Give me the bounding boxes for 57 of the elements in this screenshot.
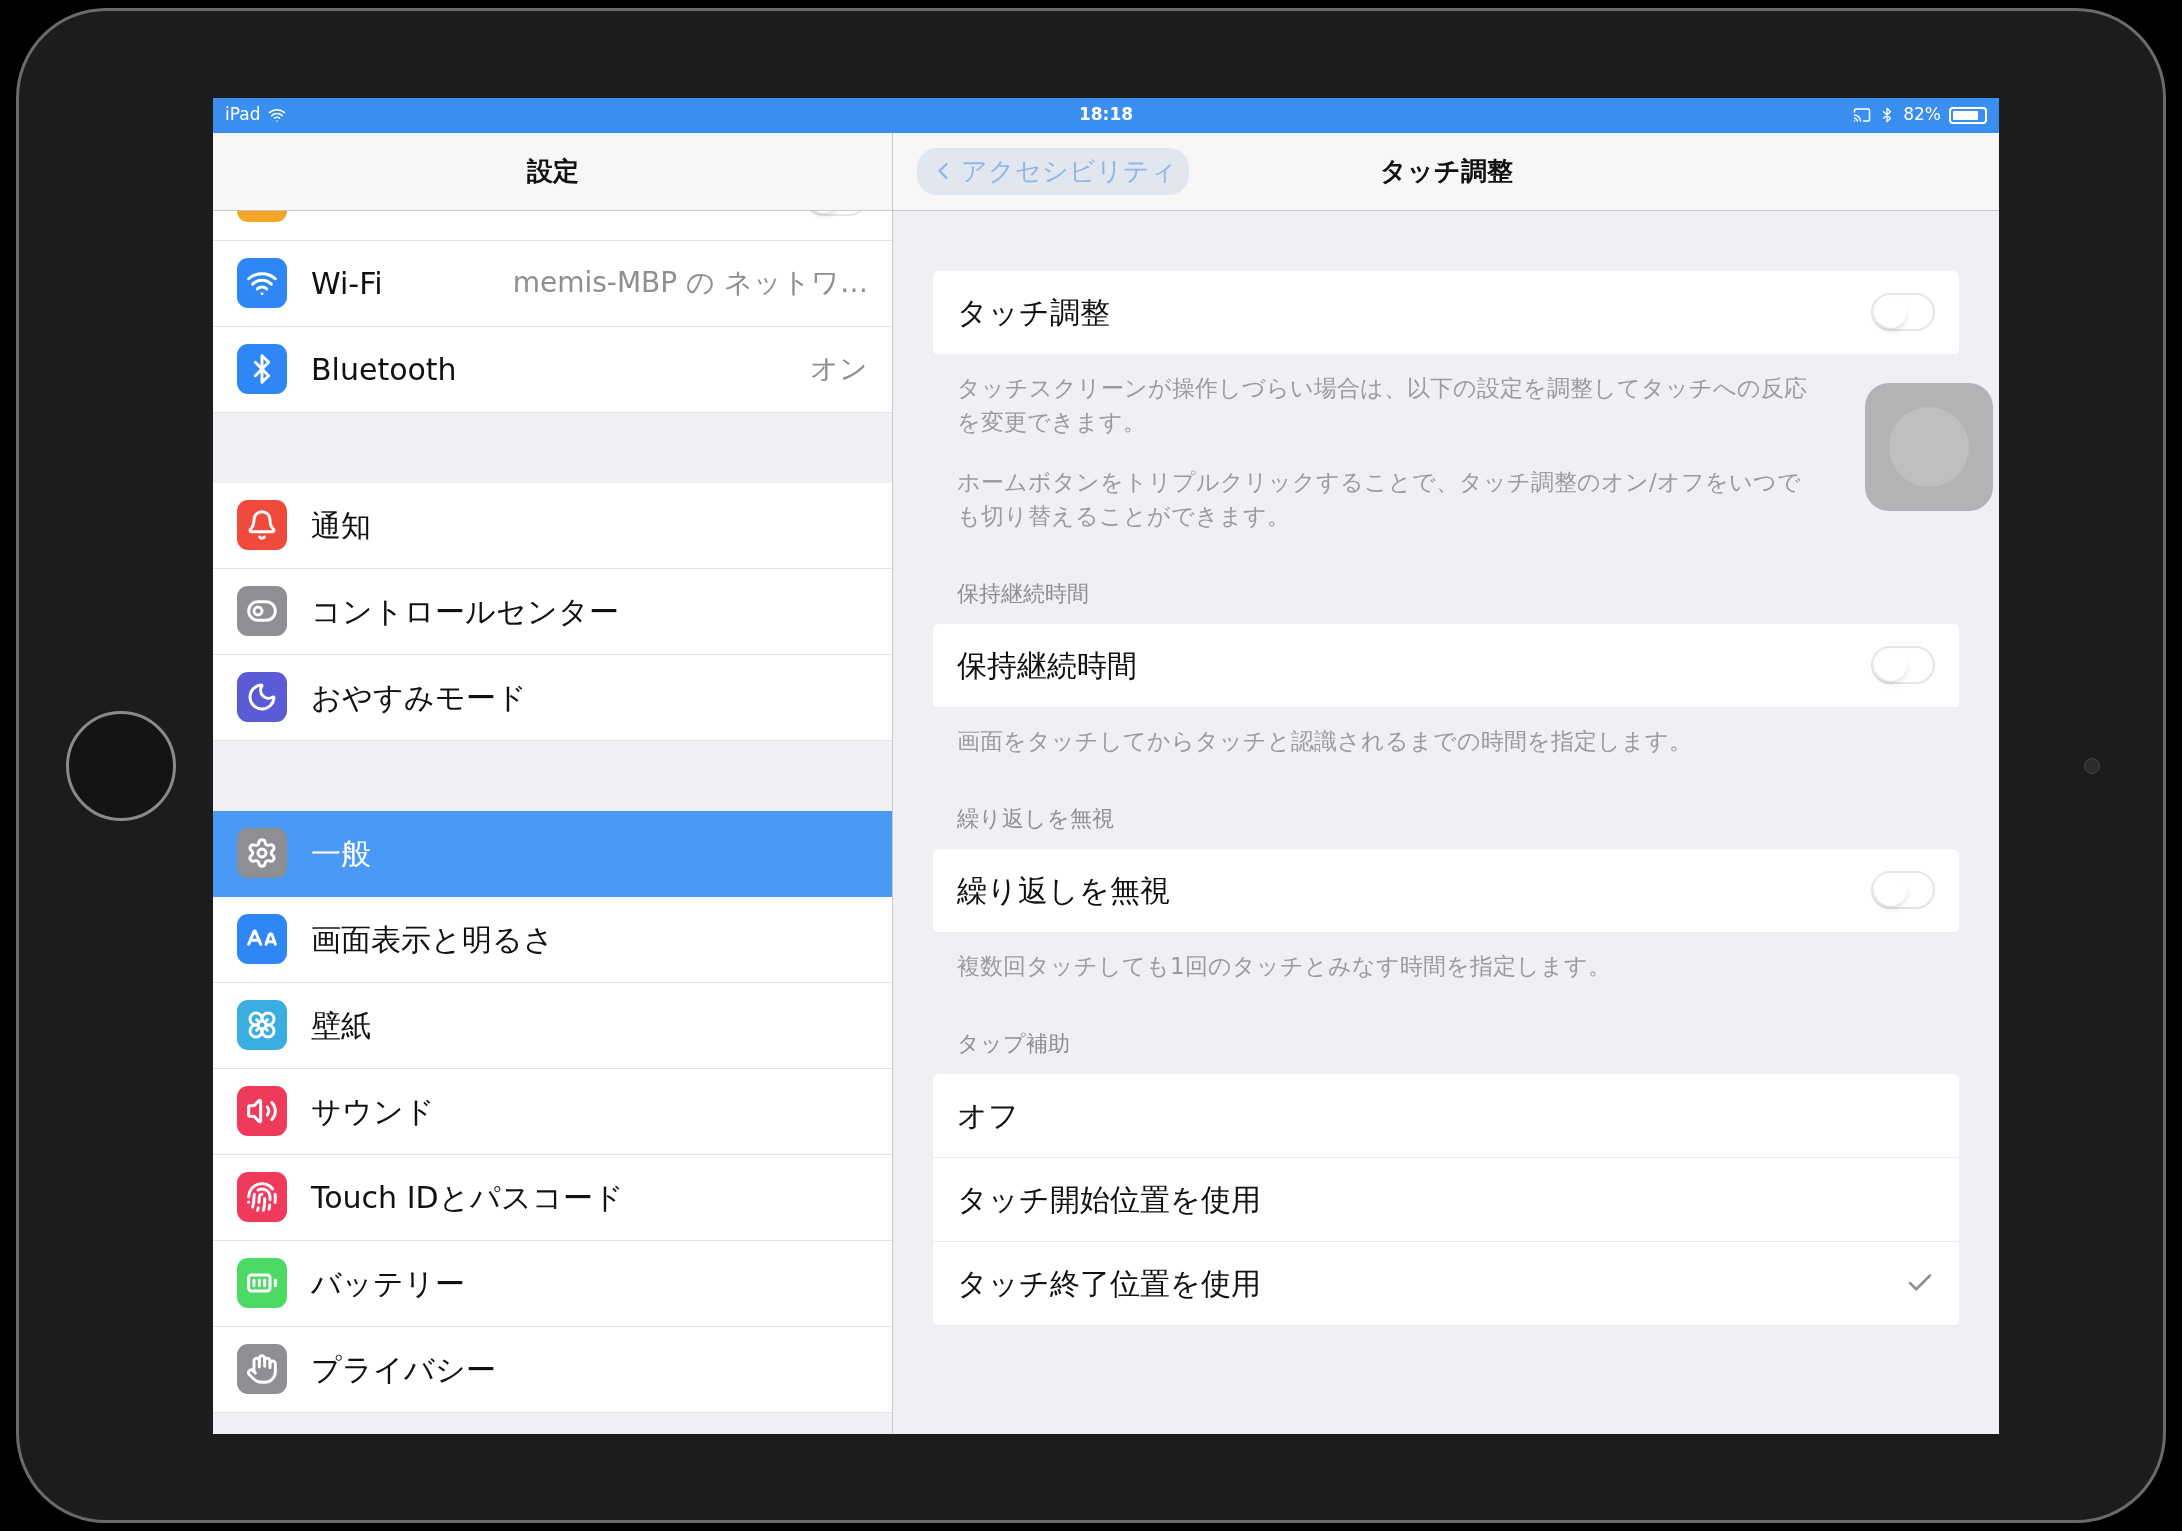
section-header: 保持継続時間	[956, 579, 1090, 608]
row-label: タッチ調整	[957, 293, 1110, 332]
row-value: オン	[810, 351, 868, 387]
settings-row[interactable]: バッテリー	[213, 1240, 892, 1327]
detail-row[interactable]: 繰り返しを無視	[933, 848, 1959, 933]
camera	[2084, 757, 2100, 774]
row-label: 一般	[311, 834, 371, 873]
row-label: タッチ開始位置を使用	[957, 1180, 1261, 1219]
assistive-touch-button[interactable]	[1865, 382, 1993, 511]
settings-row[interactable]: 通知	[213, 482, 892, 569]
detail-row[interactable]: 保持継続時間	[933, 623, 1959, 708]
row-label: 保持継続時間	[957, 646, 1137, 685]
settings-row[interactable]: Touch IDとパスコード	[213, 1154, 892, 1241]
page-title: タッチ調整	[1379, 154, 1513, 188]
battery-percent: 82%	[1903, 103, 1941, 127]
footer-text: ホームボタンをトリプルクリックすることで、タッチ調整のオン/オフをいつでも切り替えることができます。	[957, 467, 1802, 531]
sidebar-title: 設定	[526, 154, 579, 188]
row-value: memis-MBP の ネットワ…	[512, 265, 868, 301]
row-label: 壁紙	[311, 1006, 371, 1045]
settings-row[interactable]: 壁紙	[213, 982, 892, 1069]
clock: 18:18	[1078, 103, 1134, 127]
settings-row[interactable]: おやすみモード	[213, 654, 892, 741]
row-label: Bluetooth	[311, 350, 457, 389]
row-label: サウンド	[311, 1092, 435, 1131]
footer-text: タッチスクリーンが操作しづらい場合は、以下の設定を調整してタッチへの反応を変更できます。	[957, 373, 1808, 437]
row-label: Touch IDとパスコード	[311, 1178, 624, 1217]
row-label: バッテリー	[311, 1264, 465, 1303]
detail-row[interactable]: タッチ終了位置を使用	[933, 1241, 1959, 1326]
detail-row[interactable]: オフ	[933, 1073, 1959, 1158]
footer-text: 複数回タッチしても1回のタッチとみなす時間を指定します。	[957, 951, 1612, 981]
battery-icon	[1949, 106, 1987, 124]
wifi-icon	[268, 106, 287, 124]
row-label: プライバシー	[311, 1350, 496, 1389]
section-header: 繰り返しを無視	[956, 804, 1115, 833]
toggle-switch[interactable]	[1871, 293, 1935, 331]
row-label: コントロールセンター	[311, 592, 619, 631]
toggle-switch[interactable]	[1871, 646, 1935, 684]
settings-row[interactable]: Wi-Fi memis-MBP の ネットワ…	[213, 240, 892, 327]
detail-row[interactable]: タッチ開始位置を使用	[933, 1157, 1959, 1242]
settings-row[interactable]: サウンド	[213, 1068, 892, 1155]
row-label: 通知	[311, 506, 371, 545]
row-label: Wi-Fi	[311, 264, 383, 303]
settings-row[interactable]: 画面表示と明るさ	[213, 896, 892, 983]
settings-row[interactable]: Bluetooth オン	[213, 326, 892, 413]
row-label: おやすみモード	[311, 678, 527, 717]
footer-text: 画面をタッチしてからタッチと認識されるまでの時間を指定します。	[957, 726, 1693, 756]
row-label: タッチ終了位置を使用	[957, 1264, 1261, 1303]
row-label: 画面表示と明るさ	[311, 920, 554, 959]
row-label: 繰り返しを無視	[957, 871, 1170, 910]
screen-mirroring-icon	[1853, 106, 1872, 124]
settings-row[interactable]: プライバシー	[213, 1326, 892, 1413]
settings-row[interactable]: コントロールセンター	[213, 568, 892, 655]
row-label: オフ	[957, 1096, 1019, 1135]
device-name: iPad	[225, 103, 261, 127]
toggle-switch[interactable]	[1871, 871, 1935, 909]
detail-row[interactable]: タッチ調整	[933, 270, 1959, 355]
section-header: タップ補助	[956, 1029, 1071, 1058]
